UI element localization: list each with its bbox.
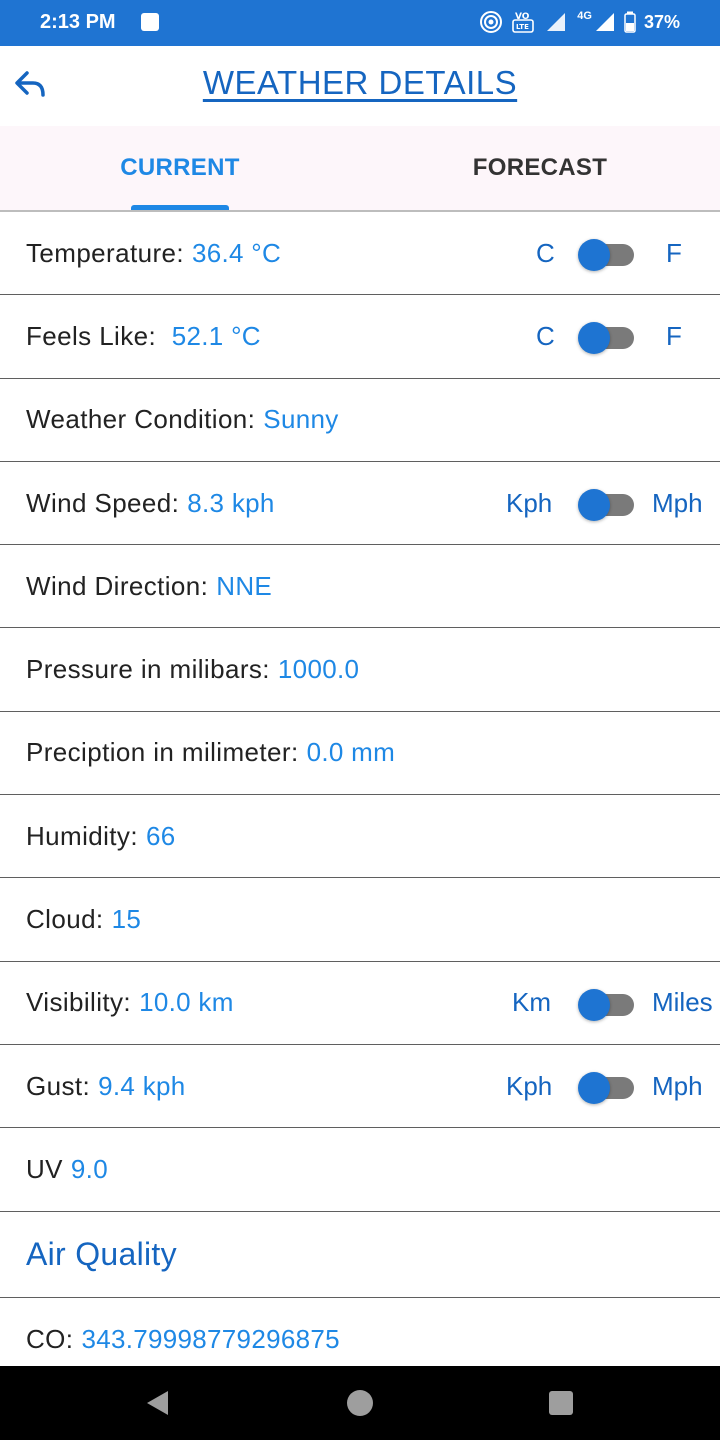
visibility-label: Visibility: xyxy=(26,987,132,1018)
nav-home-button[interactable] xyxy=(345,1388,375,1423)
temperature-value: 36.4 °C xyxy=(191,237,282,268)
status-time: 2:13 PM xyxy=(40,11,116,33)
square-recents-icon xyxy=(546,1391,576,1422)
status-icons: VO LTE 4G 37% xyxy=(479,10,680,34)
air-quality-title: Air Quality xyxy=(26,1235,177,1272)
visibility-row: Visibility: 10.0 km Km Miles xyxy=(0,962,720,1045)
unit-celsius-label: C xyxy=(536,320,555,351)
notification-icon xyxy=(141,13,159,31)
precipitation-label: Preciption in milimeter: xyxy=(26,737,299,768)
page-title: WEATHER DETAILS xyxy=(202,64,518,101)
weather-condition-label: Weather Condition: xyxy=(26,404,256,435)
signal-icon xyxy=(594,11,616,33)
battery-icon xyxy=(624,11,636,33)
precipitation-value: 0.0 mm xyxy=(306,737,396,768)
unit-mph-label: Mph xyxy=(652,1070,703,1101)
cloud-label: Cloud: xyxy=(26,904,104,935)
wind-speed-unit-toggle[interactable] xyxy=(578,488,634,521)
tab-forecast-label: FORECAST xyxy=(472,154,608,181)
weather-condition-row: Weather Condition: Sunny xyxy=(0,379,720,462)
triangle-back-icon xyxy=(142,1391,172,1422)
tab-bar: CURRENT FORECAST xyxy=(0,126,720,212)
wind-direction-row: Wind Direction: NNE xyxy=(0,545,720,629)
feels-like-value: 52.1 °C xyxy=(171,320,261,351)
wind-direction-value: NNE xyxy=(216,570,273,601)
unit-km-label: Km xyxy=(512,987,551,1018)
weather-details-list: Temperature: 36.4 °C C F Feels Like: 52.… xyxy=(0,212,720,1381)
tab-indicator xyxy=(131,205,229,210)
gust-row: Gust: 9.4 kph Kph Mph xyxy=(0,1045,720,1129)
feels-like-unit-toggle[interactable] xyxy=(578,322,634,355)
feels-like-row: Feels Like: 52.1 °C C F xyxy=(0,295,720,379)
tab-forecast[interactable]: FORECAST xyxy=(360,126,720,210)
visibility-value: 10.0 km xyxy=(139,987,234,1018)
tab-current-label: CURRENT xyxy=(120,154,240,181)
air-quality-section: Air Quality xyxy=(0,1212,720,1298)
tab-current[interactable]: CURRENT xyxy=(0,126,360,210)
unit-celsius-label: C xyxy=(536,237,555,268)
circle-home-icon xyxy=(345,1390,375,1422)
pressure-row: Pressure in milibars: 1000.0 xyxy=(0,628,720,712)
svg-text:LTE: LTE xyxy=(516,23,529,31)
cloud-row: Cloud: 15 xyxy=(0,878,720,962)
unit-fahrenheit-label: F xyxy=(666,237,682,268)
uv-row: UV 9.0 xyxy=(0,1128,720,1212)
weather-condition-value: Sunny xyxy=(263,404,339,435)
wind-speed-value: 8.3 kph xyxy=(187,487,275,518)
signal-x-icon xyxy=(545,11,569,33)
unit-kph-label: Kph xyxy=(506,487,553,518)
temperature-label: Temperature: xyxy=(26,237,184,268)
wind-direction-label: Wind Direction: xyxy=(26,570,209,601)
app-header: WEATHER DETAILS xyxy=(0,46,720,126)
gust-value: 9.4 kph xyxy=(98,1070,186,1101)
pressure-label: Pressure in milibars: xyxy=(26,654,270,685)
humidity-label: Humidity: xyxy=(26,820,138,851)
precipitation-row: Preciption in milimeter: 0.0 mm xyxy=(0,712,720,796)
gust-unit-toggle[interactable] xyxy=(578,1071,634,1104)
battery-percent: 37% xyxy=(643,11,680,32)
uv-label: UV xyxy=(26,1153,63,1184)
feels-like-label: Feels Like: xyxy=(26,320,164,351)
temperature-row: Temperature: 36.4 °C C F xyxy=(0,212,720,296)
uv-value: 9.0 xyxy=(70,1153,108,1184)
humidity-row: Humidity: 66 xyxy=(0,795,720,879)
system-nav-bar xyxy=(0,1366,720,1440)
status-bar: 2:13 PM VO LTE 4G 37% xyxy=(0,0,720,46)
visibility-unit-toggle[interactable] xyxy=(578,988,634,1021)
unit-kph-label: Kph xyxy=(506,1070,553,1101)
humidity-value: 66 xyxy=(145,820,176,851)
wind-speed-row: Wind Speed: 8.3 kph Kph Mph xyxy=(0,462,720,546)
temperature-unit-toggle[interactable] xyxy=(578,239,634,271)
volte-icon: VO LTE xyxy=(511,10,537,34)
nav-recents-button[interactable] xyxy=(546,1388,576,1423)
svg-text:VO: VO xyxy=(515,12,530,22)
co-label: CO: xyxy=(26,1323,74,1354)
nav-back-button[interactable] xyxy=(142,1388,172,1423)
unit-miles-label: Miles xyxy=(652,987,713,1018)
wind-speed-label: Wind Speed: xyxy=(26,487,180,518)
unit-mph-label: Mph xyxy=(652,487,703,518)
pressure-value: 1000.0 xyxy=(277,654,360,685)
network-type: 4G xyxy=(577,10,592,22)
cloud-value: 15 xyxy=(111,904,142,935)
gust-label: Gust: xyxy=(26,1070,91,1101)
unit-fahrenheit-label: F xyxy=(666,320,682,351)
hotspot-icon xyxy=(479,10,503,34)
co-value: 343.79998779296875 xyxy=(81,1323,340,1354)
